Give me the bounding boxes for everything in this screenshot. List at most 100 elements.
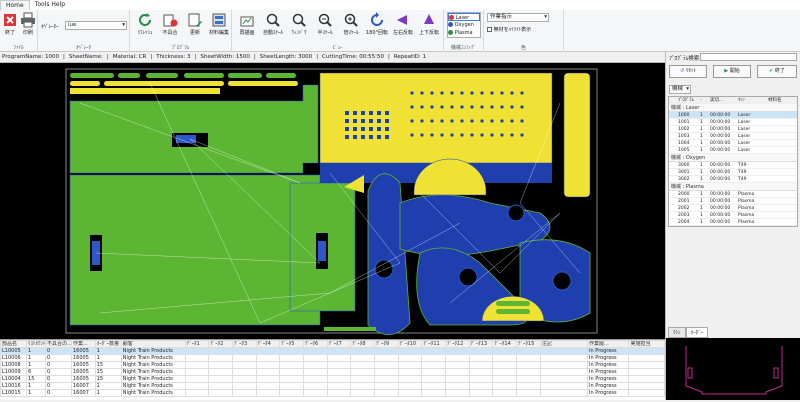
grid-column-header[interactable]: ﾃﾞｰﾀ11 [421,340,446,348]
parts-table-header: 部品名 ﾘｽﾄｶｳﾝﾄ 不具合の... 作業... ｵｰﾀﾞｰ数量 顧客 ﾃﾞｰﾀ1 ﾃﾞｰﾀ… [0,340,665,348]
table-row[interactable]: L10006 1 0 16005 1 Night Train Products In Pro… [0,354,665,362]
program-row[interactable]: 2001 1 00:00:00 Plasma [669,198,797,205]
machine-option-laser[interactable]: Laser [448,13,480,21]
grid-column-header[interactable]: ﾃﾞｰﾀ12 [445,340,470,348]
grid-column-header[interactable]: 不具合の... [44,340,73,348]
table-cell: 6 [26,368,46,376]
grid-column-header[interactable]: ﾃﾞｰﾀ8 [350,340,375,348]
table-cell: 16007 [71,389,96,397]
rotate-180-button[interactable]: 180°回転 [364,12,390,40]
program-row[interactable]: 2003 1 00:00:00 Plasma [669,212,797,219]
program-row[interactable]: 1005 1 00:00:00 Laser [669,147,797,154]
grid-column-header[interactable]: ﾘｽﾄｶｳﾝﾄ [26,340,46,348]
reset-button[interactable]: ↺ ﾘｾｯﾄ [669,65,707,78]
column-header[interactable]: 材料名 [767,97,797,103]
grid-column-header[interactable]: ﾃﾞｰﾀ13 [468,340,494,348]
program-row[interactable]: 2002 1 00:00:00 Plasma [669,205,797,212]
program-row[interactable]: 1002 1 00:00:00 Laser [669,126,797,133]
table-cell [628,361,665,369]
table-row[interactable]: L10016 1 0 16007 1 Night Train Products In Pro… [0,382,665,390]
start-button[interactable]: ▶ 開始 [713,65,751,78]
grid-column-header[interactable]: ﾃﾞｰﾀ9 [373,340,399,348]
mirror-horizontal-button[interactable]: 左右反転 [390,12,416,40]
column-header[interactable]: ﾌﾟﾛｸﾞﾗﾑ [677,97,699,103]
nesting-canvas[interactable] [0,63,665,339]
material-edit-button[interactable]: 材料編集 [206,12,232,40]
print-button[interactable]: 印刷 [19,12,37,40]
program-group-header[interactable]: 機械 : Plasma [669,183,797,191]
grid-column-header[interactable]: 作業... [71,340,96,348]
machine-option-plasma[interactable]: Plasma [448,29,480,37]
redraw-button[interactable]: 再描画 [234,12,260,40]
program-row[interactable]: 2000 1 00:00:00 Plasma [669,191,797,198]
ribbon-group-label: ｵﾍﾟﾚｰﾀ [75,45,91,51]
defect-button[interactable]: 不具合 [157,12,183,40]
program-group-header[interactable]: 機械 : Laser [669,104,797,112]
grid-column-header[interactable]: ﾃﾞｰﾀ1 [184,340,210,348]
column-header[interactable]: 実切... [709,97,737,103]
program-row[interactable]: 1003 1 00:00:00 Laser [669,133,797,140]
grid-column-header[interactable]: 注記 [539,340,589,348]
table-cell [421,361,446,369]
table-row[interactable]: L10008 1 0 16005 15 Night Train Products In Pr… [0,361,665,369]
tab-order[interactable]: ｵｰﾀﾞｰ [685,327,709,338]
grid-column-header[interactable]: 作業履... [587,340,630,348]
operator-select[interactable]: iue ▾ [65,21,127,30]
nesting-drawing[interactable] [0,63,665,339]
grid-column-header[interactable]: ﾃﾞｰﾀ7 [326,340,352,348]
table-cell [445,354,470,362]
refresh-button[interactable]: ﾘﾌﾚｯｼｭ [132,12,158,40]
grid-column-header[interactable]: 実施担当 [628,340,665,348]
table-cell: Night Train Products [120,389,186,397]
machine-filter-select[interactable]: 機械 ▾ [669,85,691,94]
window-zoom-button[interactable]: ｳｨﾝﾄﾞｳ [286,12,312,40]
table-cell [628,389,665,397]
exit-button[interactable]: 終了 [2,12,18,40]
machine-option-oxygen[interactable]: Oxygen [448,21,480,29]
grid-column-header[interactable]: ｵｰﾀﾞｰ数量 [94,340,122,348]
program-row[interactable]: 1001 1 00:00:00 Laser [669,119,797,126]
grid-column-header[interactable]: 部品名 [0,340,28,348]
table-row[interactable]: L10015 1 0 16007 1 Night Train Products In Pro… [0,389,665,397]
color-mode-select[interactable]: 作業指示 ▾ [487,13,549,22]
grid-column-header[interactable]: ﾃﾞｰﾀ6 [302,340,328,348]
mirror-vertical-button[interactable]: 上下反転 [416,12,442,40]
grid-column-header[interactable]: ﾃﾞｰﾀ3 [231,340,257,348]
program-cell: 1000 [678,113,690,118]
program-row[interactable]: 2004 1 00:00:00 Plasma [669,219,797,226]
auto-scale-button[interactable]: 自動ｽｹｰﾙ [260,12,286,40]
tab-machine[interactable]: ﾏｼﾝ [668,327,686,338]
column-header[interactable]: ﾏｼﾝ [737,97,767,103]
table-row[interactable]: L10009 6 0 16005 15 Night Train Products In Pr… [0,368,665,376]
program-row[interactable]: 3001 1 00:00:00 T49 [669,169,797,176]
grid-column-header[interactable]: 顧客 [120,340,186,348]
program-cell: 2003 [678,213,690,218]
table-cell [397,375,423,383]
grid-column-header[interactable]: ﾃﾞｰﾀ14 [492,340,518,348]
program-row[interactable]: 1004 1 00:00:00 Laser [669,140,797,147]
half-scale-button[interactable]: 半ｽｹｰﾙ [312,12,338,40]
end-button[interactable]: ✔ 終了 [757,65,797,78]
column-header[interactable]: - [699,97,709,103]
program-row[interactable]: 3002 1 00:00:00 T49 [669,176,797,183]
grid-column-header[interactable]: ﾃﾞｰﾀ5 [279,340,304,348]
table-cell [184,368,210,376]
ribbon: 終了 印刷 ﾌｧｲﾙ ｵﾍﾟﾚｰﾀｰ iue ▾ ｵﾍﾟﾚｰﾀ ﾘﾌﾚｯｼｭ 不… [0,10,800,52]
update-button[interactable]: 更新 [182,12,208,40]
double-scale-button[interactable]: 倍ｽｹｰﾙ [338,12,364,40]
table-cell: 16007 [71,382,96,390]
grid-column-header[interactable]: ﾃﾞｰﾀ4 [255,340,281,348]
tab-tools-help[interactable]: Tools Help [30,0,70,10]
tab-home[interactable]: Home [0,0,30,10]
grid-column-header[interactable]: ﾃﾞｰﾀ15 [516,340,541,348]
highlight-checkbox-row[interactable]: 無材をﾊｲﾗｲﾄ表示 [487,26,531,33]
grid-column-header[interactable]: ﾃﾞｰﾀ2 [208,340,233,348]
program-row[interactable]: 1000 1 00:00:00 Laser [669,112,797,119]
program-row[interactable]: 3000 1 00:00:00 T49 [669,162,797,169]
table-row[interactable]: L10004 15 0 16005 15 Night Train Products In P… [0,375,665,383]
program-group-header[interactable]: 機械 : Oxygen [669,154,797,162]
grid-column-header[interactable]: ﾃﾞｰﾀ10 [397,340,423,348]
program-search-input[interactable] [700,53,797,61]
checkbox-icon[interactable] [487,27,492,32]
table-row[interactable]: L10005 1 0 16005 1 Night Train Products In Pro… [0,347,665,355]
